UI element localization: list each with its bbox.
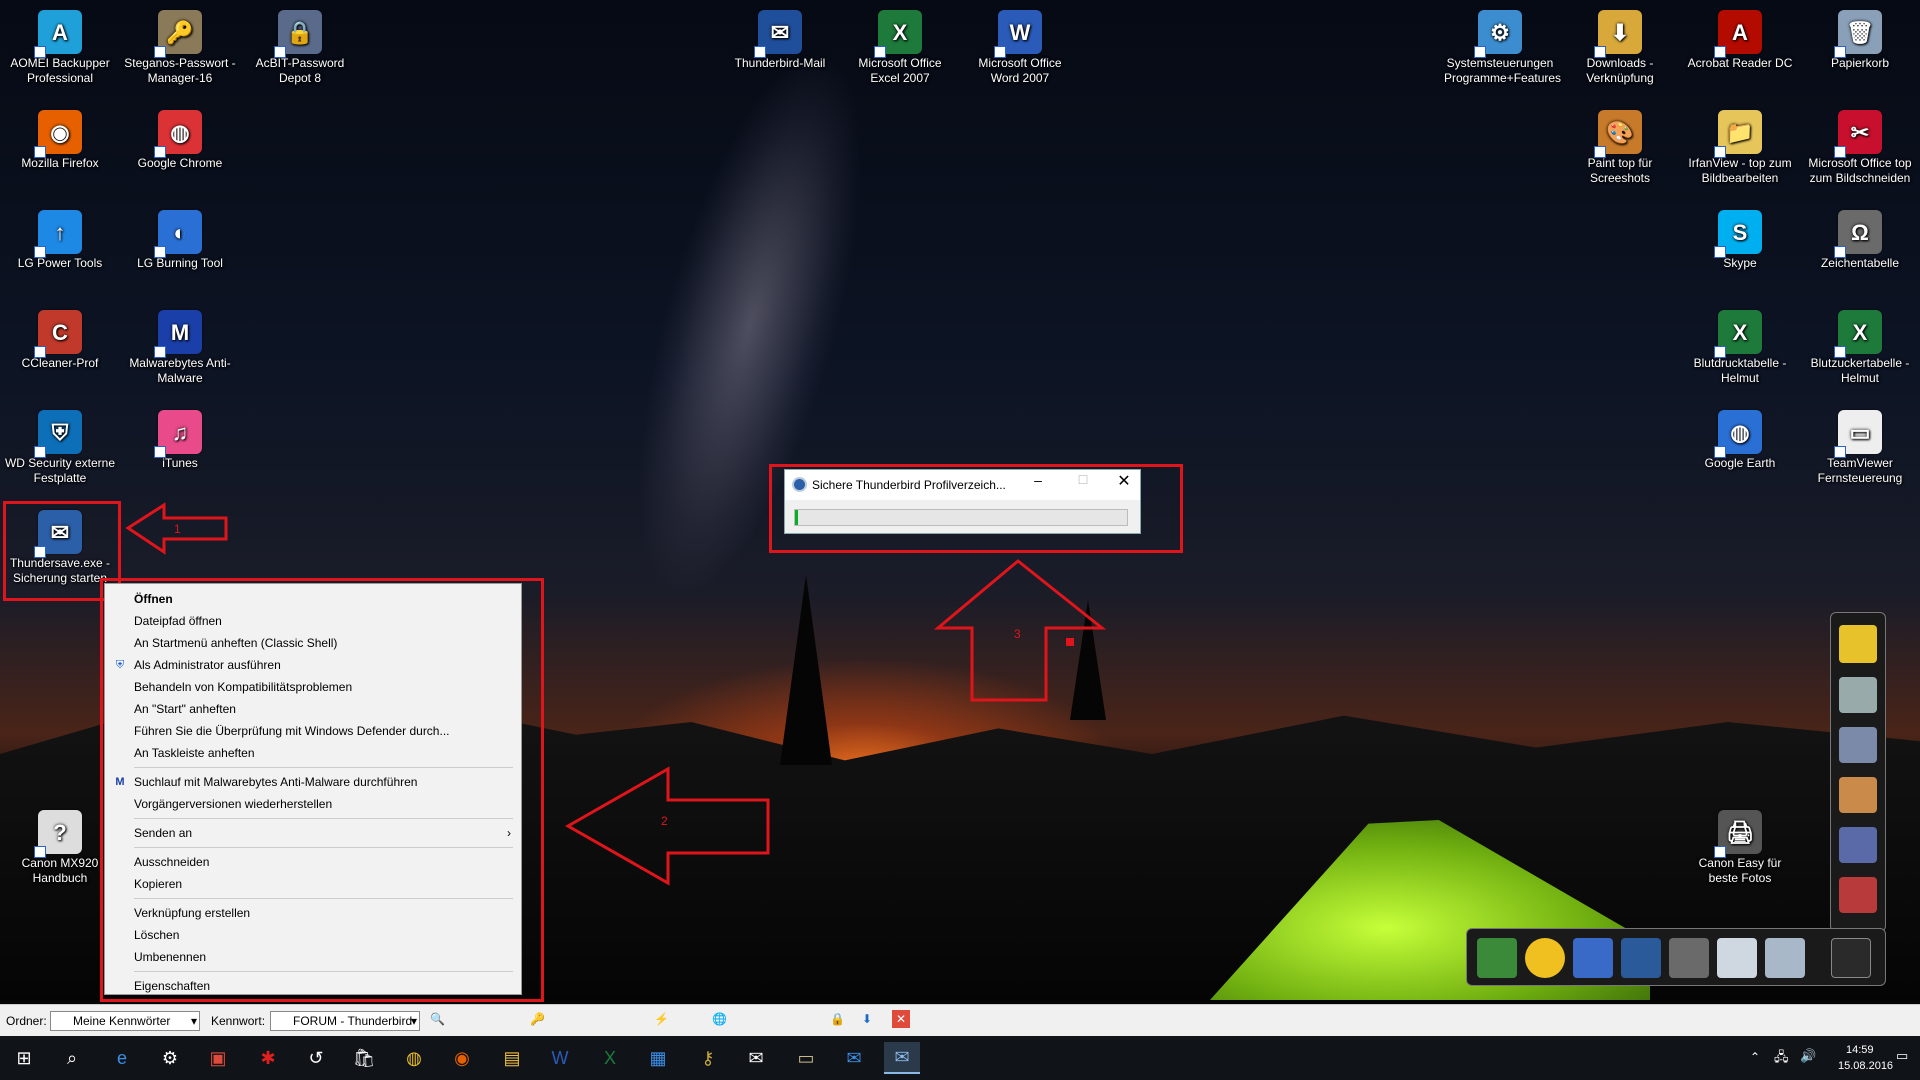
- new-smiley-icon[interactable]: [1525, 938, 1565, 978]
- creative-park-icon[interactable]: [1839, 625, 1877, 663]
- firefox-icon[interactable]: ◉: [444, 1042, 480, 1074]
- download-icon[interactable]: ⬇: [862, 1012, 872, 1026]
- menu-item-open[interactable]: Öffnen: [105, 588, 521, 610]
- password-select-value: FORUM - Thunderbird: [293, 1014, 413, 1028]
- edge-icon[interactable]: e: [104, 1042, 140, 1074]
- start-button[interactable]: ⊞: [6, 1042, 42, 1074]
- print-user-icon[interactable]: [1669, 938, 1709, 978]
- folder-select[interactable]: Meine Kennwörter ▾: [50, 1011, 200, 1031]
- lightning-icon[interactable]: ⚡: [654, 1012, 669, 1026]
- chrome-icon[interactable]: ◍: [396, 1042, 432, 1074]
- taskbar-app-icon[interactable]: ▭: [788, 1042, 824, 1074]
- menu-item-pin-start[interactable]: An "Start" anheften: [105, 698, 521, 720]
- menu-item-malwarebytes-scan[interactable]: M Suchlauf mit Malwarebytes Anti-Malware …: [105, 771, 521, 793]
- annotation-label-1: 1: [174, 522, 181, 536]
- menu-item-properties[interactable]: Eigenschaften: [105, 975, 521, 997]
- menu-item-open-file-path[interactable]: Dateipfad öffnen: [105, 610, 521, 632]
- settings-gear-icon[interactable]: ⚙: [152, 1042, 188, 1074]
- thundersave-taskbar-icon[interactable]: ✉: [884, 1042, 920, 1074]
- menu-separator: [134, 767, 513, 768]
- menu-item-defender-scan[interactable]: Führen Sie die Überprüfung mit Windows D…: [105, 720, 521, 742]
- tray-chevron-up-icon[interactable]: ⌃: [1750, 1050, 1760, 1064]
- menu-item-create-shortcut[interactable]: Verknüpfung erstellen: [105, 902, 521, 924]
- key-icon[interactable]: 🔑: [530, 1012, 545, 1026]
- password-depot-toolbar: Ordner: Meine Kennwörter ▾ Kennwort: FORU…: [0, 1004, 1920, 1036]
- mail-icon[interactable]: ✉: [738, 1042, 774, 1074]
- help-print-icon[interactable]: [1765, 938, 1805, 978]
- menu-item-send-to[interactable]: Senden an ›: [105, 822, 521, 844]
- progress-bar: [794, 509, 1128, 526]
- menu-item-rename[interactable]: Umbenennen: [105, 946, 521, 968]
- store-icon[interactable]: 🛍: [346, 1042, 382, 1074]
- menu-separator: [134, 847, 513, 848]
- arrow-2: [564, 766, 770, 886]
- menu-separator: [134, 971, 513, 972]
- folder-label: Ordner:: [6, 1014, 47, 1028]
- menu-item-pin-classic-shell[interactable]: An Startmenü anheften (Classic Shell): [105, 632, 521, 654]
- annotation-label-3: 3: [1014, 627, 1021, 641]
- minimize-button[interactable]: –: [1023, 472, 1053, 488]
- help-doc-icon[interactable]: [1717, 938, 1757, 978]
- volume-icon[interactable]: 🔊: [1800, 1048, 1816, 1064]
- folder-select-value: Meine Kennwörter: [73, 1014, 171, 1028]
- menu-item-delete[interactable]: Löschen: [105, 924, 521, 946]
- search-icon[interactable]: ⌕: [54, 1042, 90, 1074]
- globe-icon[interactable]: 🌐: [712, 1012, 727, 1026]
- menu-item-label: Als Administrator ausführen: [134, 658, 281, 672]
- menu-separator: [134, 818, 513, 819]
- info-globe-icon[interactable]: [1573, 938, 1613, 978]
- gadget-sidebar: [1830, 612, 1886, 932]
- close-button[interactable]: ✕: [1109, 471, 1139, 491]
- grid-menu-icon[interactable]: [1831, 938, 1871, 978]
- shop-cart-icon[interactable]: [1621, 938, 1661, 978]
- excel-icon[interactable]: X: [592, 1042, 628, 1074]
- menu-item-label: Senden an: [134, 826, 193, 840]
- printer-icon[interactable]: [1839, 677, 1877, 713]
- maximize-button[interactable]: ☐: [1068, 473, 1098, 487]
- menu-separator: [134, 898, 513, 899]
- menu-item-restore-versions[interactable]: Vorgängerversionen wiederherstellen: [105, 793, 521, 815]
- clock-date[interactable]: 15.08.2016: [1838, 1060, 1893, 1072]
- taskbar-app-icon[interactable]: ▦: [640, 1042, 676, 1074]
- network-icon[interactable]: 🖧: [1774, 1048, 1789, 1070]
- password-select[interactable]: FORUM - Thunderbird ▾: [270, 1011, 420, 1031]
- menu-item-pin-taskbar[interactable]: An Taskleiste anheften: [105, 742, 521, 764]
- notifications-icon[interactable]: ▭: [1896, 1048, 1908, 1064]
- thunderbird-taskbar-icon[interactable]: ✉: [836, 1042, 872, 1074]
- context-menu: Öffnen Dateipfad öffnen An Startmenü anh…: [104, 583, 522, 995]
- binoculars-icon[interactable]: 🔍: [430, 1012, 445, 1026]
- gadget-dock: [1466, 928, 1886, 986]
- chevron-down-icon: ▾: [190, 1014, 197, 1028]
- taskbar-app-icon[interactable]: ✱: [250, 1042, 286, 1074]
- annotation-label-2: 2: [661, 814, 668, 828]
- clock-time[interactable]: 14:59: [1846, 1044, 1874, 1056]
- keys-icon[interactable]: ⚷: [690, 1042, 726, 1074]
- word-icon[interactable]: W: [542, 1042, 578, 1074]
- password-label: Kennwort:: [211, 1014, 266, 1028]
- dock-app-icon[interactable]: [1477, 938, 1517, 978]
- lock-icon[interactable]: 🔒: [830, 1012, 845, 1026]
- photo-frame-icon[interactable]: [1839, 777, 1877, 813]
- menu-item-compatibility[interactable]: Behandeln von Kompatibilitätsproblemen: [105, 676, 521, 698]
- taskbar: ⊞ ⌕ e ⚙ ▣ ✱ ↺ 🛍 ◍ ◉ ▤ W X ▦ ⚷ ✉ ▭ ✉ ✉ ⌃ …: [0, 1036, 1920, 1080]
- menu-item-run-as-admin[interactable]: ⛨ Als Administrator ausführen: [105, 654, 521, 676]
- photo-album-icon[interactable]: [1839, 727, 1877, 763]
- taskbar-app-icon[interactable]: ▣: [200, 1042, 236, 1074]
- close-toolbar-icon[interactable]: ✕: [892, 1010, 910, 1028]
- menu-item-cut[interactable]: Ausschneiden: [105, 851, 521, 873]
- photo-print-icon[interactable]: [1839, 827, 1877, 863]
- chevron-right-icon: ›: [507, 826, 511, 840]
- malwarebytes-icon: M: [115, 776, 125, 788]
- file-explorer-icon[interactable]: ▤: [494, 1042, 530, 1074]
- dialog-title: Sichere Thunderbird Profilverzeich...: [812, 478, 1006, 492]
- progress-bar-fill: [795, 510, 799, 525]
- photo-edit-icon[interactable]: [1839, 877, 1877, 913]
- menu-item-label: Suchlauf mit Malwarebytes Anti-Malware d…: [134, 775, 418, 789]
- menu-item-copy[interactable]: Kopieren: [105, 873, 521, 895]
- chevron-down-icon: ▾: [410, 1014, 417, 1028]
- thunderbird-icon: [792, 477, 807, 492]
- taskbar-app-icon[interactable]: ↺: [298, 1042, 334, 1074]
- uac-shield-icon: ⛨: [115, 659, 125, 671]
